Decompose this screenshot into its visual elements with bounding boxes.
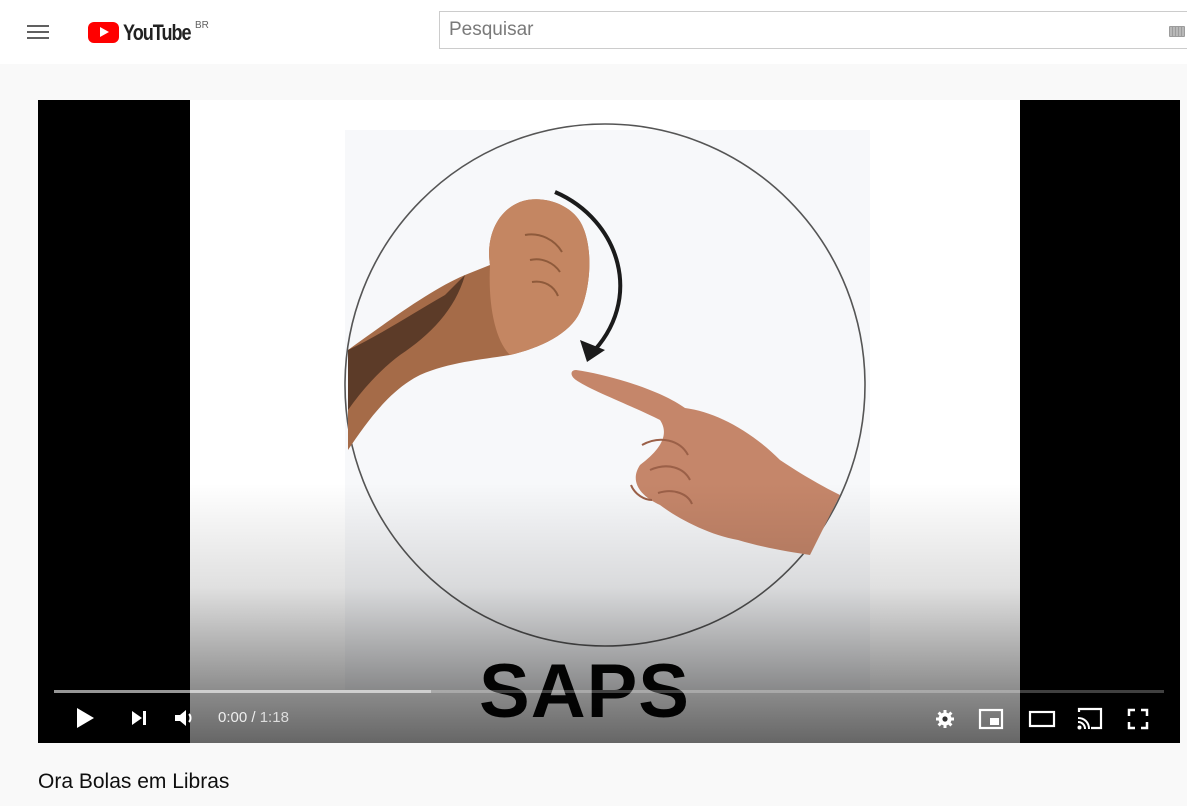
time-separator: / xyxy=(247,709,260,726)
time-display: 0:00 / 1:18 xyxy=(218,709,289,726)
logo-text: YouTube xyxy=(123,20,192,45)
progress-bar[interactable] xyxy=(54,690,1164,693)
fullscreen-icon[interactable] xyxy=(1126,707,1150,731)
menu-icon[interactable] xyxy=(22,18,54,46)
video-title: Ora Bolas em Libras xyxy=(38,770,230,793)
volume-icon[interactable] xyxy=(173,707,195,729)
country-code: BR xyxy=(195,20,209,31)
youtube-play-logo-icon xyxy=(88,22,119,43)
keyboard-icon[interactable] xyxy=(1169,26,1185,37)
next-icon[interactable] xyxy=(130,708,150,728)
miniplayer-icon[interactable] xyxy=(978,708,1004,730)
settings-icon[interactable] xyxy=(935,709,955,729)
play-icon[interactable] xyxy=(74,706,96,730)
video-frame: SAPS xyxy=(190,100,1020,743)
progress-buffered xyxy=(54,690,432,693)
theater-icon[interactable] xyxy=(1028,709,1056,729)
search-input[interactable] xyxy=(440,12,1149,48)
video-player[interactable]: SAPS 0:00 / 1:18 xyxy=(38,100,1180,743)
duration: 1:18 xyxy=(259,709,289,726)
masthead: YouTube BR xyxy=(0,0,1187,64)
player-controls: 0:00 / 1:18 xyxy=(38,696,1180,743)
current-time: 0:00 xyxy=(218,709,248,726)
search-box xyxy=(439,11,1187,49)
cast-icon[interactable] xyxy=(1075,706,1105,732)
video-content-illustration xyxy=(190,100,1020,743)
